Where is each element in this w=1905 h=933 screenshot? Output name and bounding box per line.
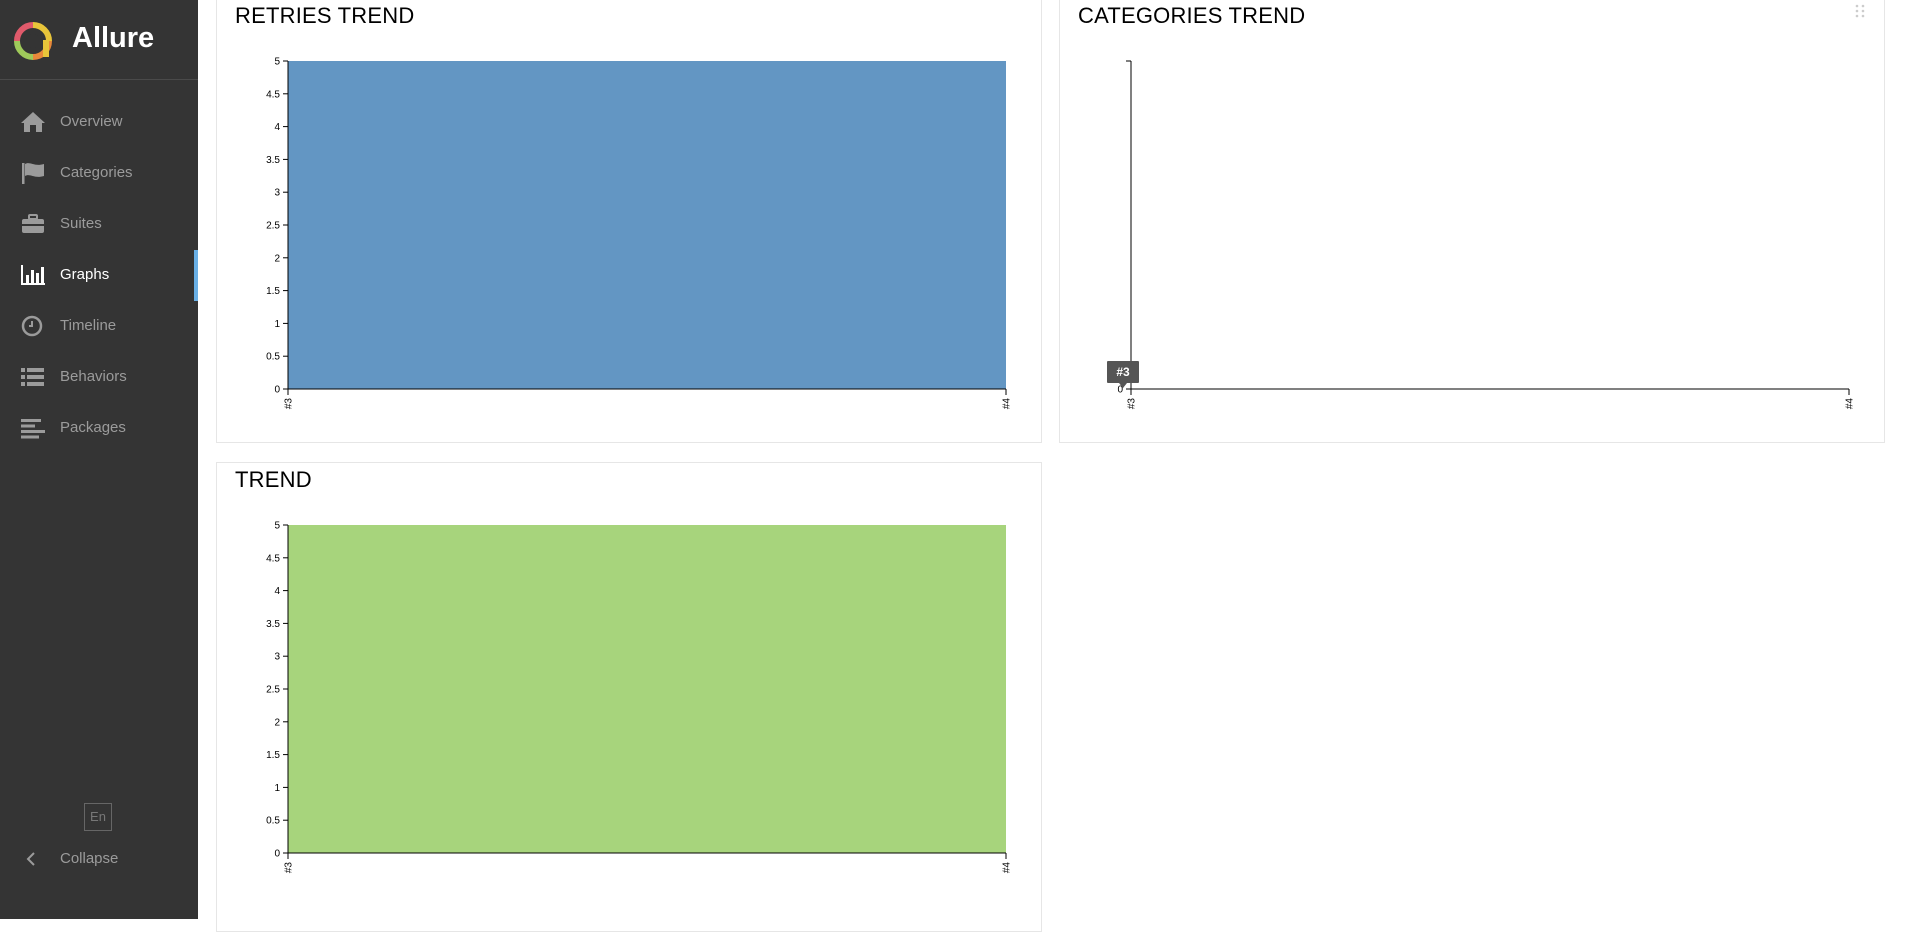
- y-tick-label: 3: [274, 188, 280, 199]
- y-tick-label: 2: [274, 253, 280, 264]
- trend-chart: 0 0.5 1 1.5 2 2.5 3 3.5 4 4.5 5 #3 #4: [266, 521, 1013, 874]
- x-tick-label: #3: [284, 398, 295, 410]
- y-tick-label: 3: [274, 652, 280, 663]
- brand[interactable]: Allure: [0, 0, 198, 80]
- categories-trend-chart: 0#3 #4#3: [1107, 60, 1856, 410]
- allure-logo-icon: [14, 22, 52, 60]
- categories-trend-widget: CATEGORIES TREND 0 #3 #4 #3: [1059, 0, 1885, 443]
- active-indicator: [194, 250, 198, 301]
- y-tick-label: 4: [274, 122, 280, 133]
- y-tick-label: 4.5: [266, 553, 280, 564]
- y-tick-label: 1.5: [266, 750, 280, 761]
- sidebar: Allure Overview Categories Suites Graphs…: [0, 0, 198, 919]
- y-tick-label: 3.5: [266, 155, 280, 166]
- y-tick-label: 0: [274, 849, 280, 860]
- sidebar-item-timeline[interactable]: Timeline: [0, 301, 198, 352]
- y-tick-label: 1: [274, 783, 280, 794]
- x-tick-label: #4: [1002, 398, 1013, 410]
- bar-chart-icon: [21, 265, 45, 285]
- sidebar-item-suites[interactable]: Suites: [0, 199, 198, 250]
- tooltip-text: #3: [1116, 365, 1130, 379]
- y-tick-label: 0: [274, 385, 280, 396]
- home-icon: [21, 112, 45, 132]
- chevron-left-icon: [26, 852, 35, 866]
- sidebar-item-label: Packages: [60, 419, 126, 436]
- y-tick-label: 4: [274, 586, 280, 597]
- retries-trend-chart: 0 0.5 1 1.5 2 2.5 3 3.5 4 4.5 5 #3 #4: [266, 57, 1013, 410]
- language-button[interactable]: En: [84, 803, 112, 831]
- y-tick-label: 2: [274, 717, 280, 728]
- align-left-icon: [21, 419, 45, 439]
- briefcase-icon: [22, 214, 44, 233]
- sidebar-item-label: Graphs: [60, 266, 110, 283]
- y-tick-label: 1: [274, 319, 280, 330]
- sidebar-item-label: Overview: [60, 113, 123, 130]
- sidebar-item-categories[interactable]: Categories: [0, 148, 198, 199]
- sidebar-item-graphs[interactable]: Graphs: [0, 250, 198, 301]
- sidebar-item-label: Timeline: [60, 317, 117, 334]
- x-tick-label: #4: [1002, 862, 1013, 874]
- x-tick-label: #3: [284, 862, 295, 874]
- list-icon: [21, 368, 44, 386]
- area-series-0: [288, 61, 1006, 389]
- collapse-label: Collapse: [60, 850, 119, 867]
- trend-widget: TREND 0 0.5 1 1.5 2 2.5 3 3.5 4 4.5 5 #3 #4: [216, 462, 1042, 932]
- area-series-0: [288, 525, 1006, 853]
- sidebar-item-overview[interactable]: Overview: [0, 97, 198, 148]
- sidebar-item-label: Categories: [60, 164, 133, 181]
- y-tick-label: 5: [274, 57, 280, 68]
- y-tick-label: 0.5: [266, 816, 280, 827]
- x-tick-label: #4: [1845, 398, 1856, 410]
- y-tick-label: 3.5: [266, 619, 280, 630]
- y-tick-label: 2.5: [266, 221, 280, 232]
- y-tick-label: 4.5: [266, 89, 280, 100]
- sidebar-item-packages[interactable]: Packages: [0, 403, 198, 454]
- sidebar-item-label: Behaviors: [60, 368, 127, 385]
- retries-trend-widget: RETRIES TREND 0 0.5 1 1.5 2 2.5 3 3.5 4 4.5 5 #3 #4: [216, 0, 1042, 443]
- collapse-button[interactable]: Collapse: [0, 844, 198, 874]
- y-tick-label: 0.5: [266, 352, 280, 363]
- chart-tooltip: #3: [1107, 361, 1139, 388]
- sidebar-item-label: Suites: [60, 215, 102, 232]
- y-tick-label: 5: [274, 521, 280, 532]
- clock-icon: [21, 315, 43, 337]
- y-tick-label: 2.5: [266, 685, 280, 696]
- flag-icon: [22, 163, 44, 184]
- sidebar-item-behaviors[interactable]: Behaviors: [0, 352, 198, 403]
- y-tick-label: 1.5: [266, 286, 280, 297]
- brand-name: Allure: [72, 22, 155, 54]
- x-tick-label: #3: [1127, 398, 1138, 410]
